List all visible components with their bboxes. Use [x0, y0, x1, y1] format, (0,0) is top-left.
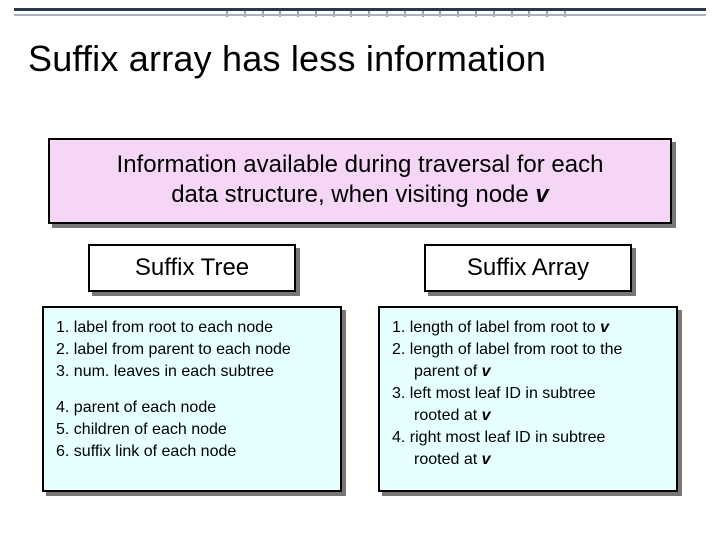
- left-column-heading: Suffix Tree: [88, 244, 296, 292]
- subtitle-line2: data structure, when visiting node v: [68, 180, 652, 210]
- subtitle-box: Information available during traversal f…: [48, 138, 672, 224]
- right-column-body: 1. length of label from root to v 2. len…: [378, 306, 678, 492]
- slide-title: Suffix array has less information: [28, 38, 692, 80]
- subtitle-line1: Information available during traversal f…: [68, 150, 652, 180]
- list-item-cont: rooted at v: [392, 450, 664, 470]
- list-item: 5. children of each node: [56, 420, 328, 440]
- list-item: 3. left most leaf ID in subtree: [392, 384, 664, 404]
- list-item: 3. num. leaves in each subtree: [56, 362, 328, 382]
- list-item-cont: rooted at v: [392, 406, 664, 426]
- list-item: 1. label from root to each node: [56, 318, 328, 338]
- list-item: 2. label from parent to each node: [56, 340, 328, 360]
- list-item: 6. suffix link of each node: [56, 442, 328, 462]
- left-column-body: 1. label from root to each node 2. label…: [42, 306, 342, 492]
- header-rule: [14, 8, 706, 18]
- list-item: 1. length of label from root to v: [392, 318, 664, 338]
- right-column-heading: Suffix Array: [424, 244, 632, 292]
- list-item: 4. right most leaf ID in subtree: [392, 428, 664, 448]
- list-item-cont: parent of v: [392, 362, 664, 382]
- list-item: 4. parent of each node: [56, 398, 328, 418]
- list-item: 2. length of label from root to the: [392, 340, 664, 360]
